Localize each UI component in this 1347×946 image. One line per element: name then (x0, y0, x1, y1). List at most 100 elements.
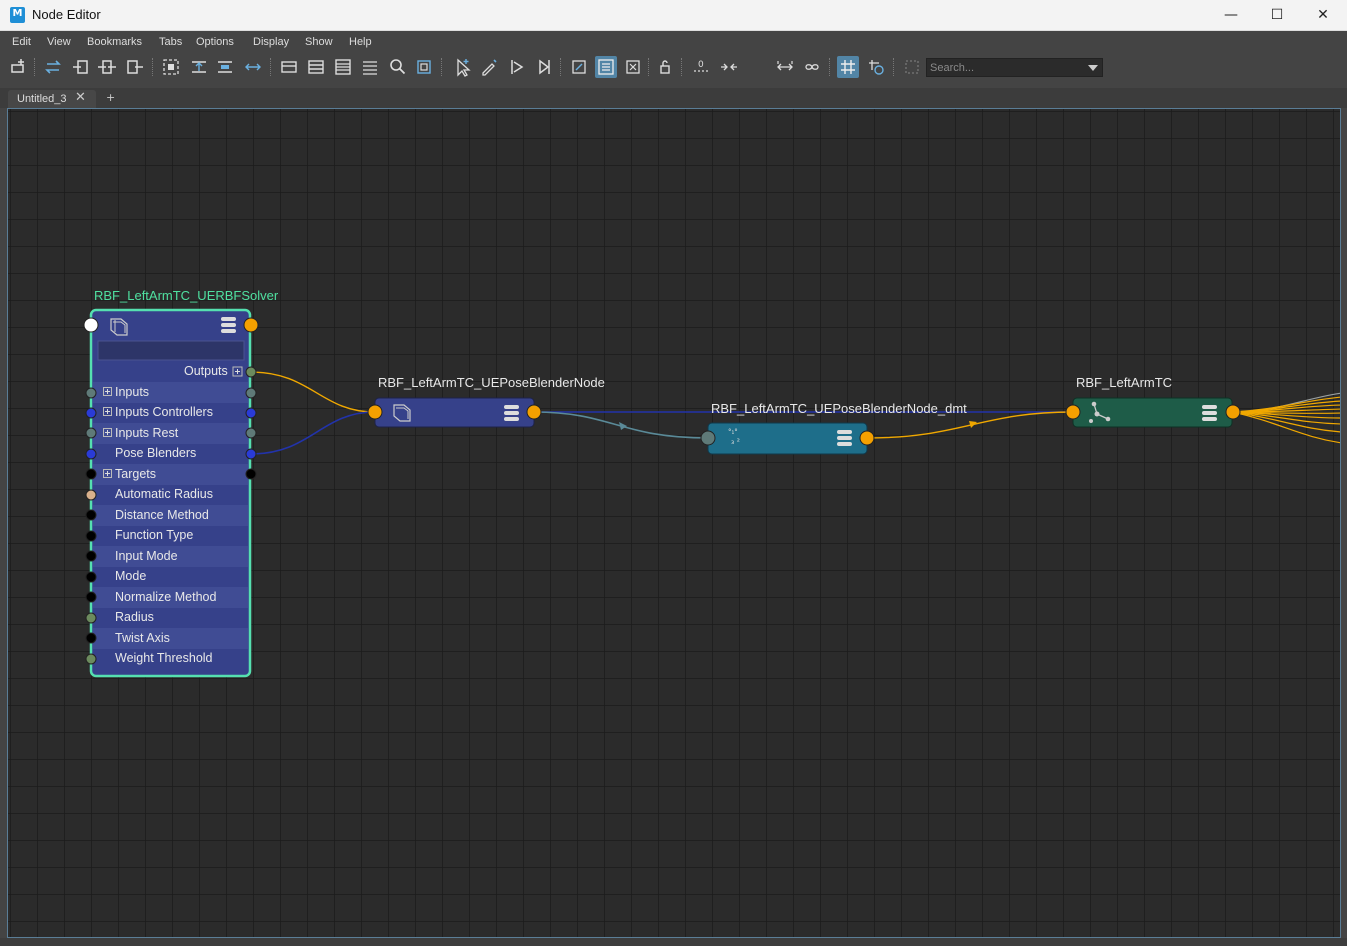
toolbar-separator (893, 58, 895, 76)
attr-inputs-rest[interactable]: Inputs Rest (94, 423, 250, 443)
svg-text:°₁°: °₁° (728, 428, 738, 436)
snapshot-icon[interactable] (413, 56, 435, 78)
menu-view[interactable]: View (47, 36, 71, 48)
toolbar-separator (648, 58, 650, 76)
attr-function-type[interactable]: Function Type (94, 525, 250, 545)
expand-icon[interactable] (103, 407, 112, 416)
menu-help[interactable]: Help (349, 36, 372, 48)
align-icon[interactable] (242, 56, 264, 78)
toolbar-separator (441, 58, 443, 76)
full-mode-icon[interactable] (332, 56, 354, 78)
add-node-icon[interactable] (7, 56, 29, 78)
frame-selected-icon[interactable] (188, 56, 210, 78)
output-port-orange[interactable] (1225, 404, 1241, 420)
show-attributes-icon[interactable] (595, 56, 617, 78)
toolbar-separator (681, 58, 683, 76)
attr-radius[interactable]: Radius (94, 607, 250, 627)
tab-label: Untitled_3 (17, 93, 67, 105)
add-tab-button[interactable]: + (106, 91, 115, 104)
menu-display[interactable]: Display (253, 36, 289, 48)
toolbar-separator (152, 58, 154, 76)
search-node-icon[interactable] (386, 56, 408, 78)
dmt-node[interactable]: °₁° ₃ ² (700, 422, 875, 455)
pose-blender-node[interactable] (367, 397, 542, 428)
custom-mode-icon[interactable] (359, 56, 381, 78)
toolbar: 0 -1 (0, 53, 1347, 131)
add-selected-icon[interactable] (451, 56, 473, 78)
input-port-orange[interactable] (367, 404, 383, 420)
node-graph-canvas[interactable]: °₁° ₃ ² RBF_LeftArmTC_UERBFSolver RBF_Le… (7, 108, 1341, 938)
minimize-button[interactable]: — (1208, 0, 1254, 31)
expand-icon[interactable] (103, 469, 112, 478)
input-port-grey[interactable] (700, 430, 716, 446)
menu-options[interactable]: Options (196, 36, 234, 48)
svg-text:₃ ²: ₃ ² (731, 437, 740, 446)
attr-targets[interactable]: Targets (94, 464, 250, 484)
left-arm-node-title: RBF_LeftArmTC (1076, 375, 1173, 390)
frame-all-icon[interactable] (160, 56, 182, 78)
toolbar-separator (34, 58, 36, 76)
swap-connections-icon[interactable] (42, 56, 64, 78)
search-field[interactable] (926, 58, 1103, 77)
lock-icon[interactable] (654, 56, 676, 78)
menu-bar: Edit View Bookmarks Tabs Options Display… (0, 31, 1347, 53)
attr-inputs-controllers[interactable]: Inputs Controllers (94, 402, 250, 422)
close-tab-icon[interactable]: ✕ (75, 90, 86, 105)
snap-to-grid-icon[interactable] (865, 56, 887, 78)
left-arm-node[interactable] (1065, 397, 1241, 428)
attr-distance-method[interactable]: Distance Method (94, 505, 250, 525)
search-input[interactable] (930, 60, 1080, 75)
expand-icon[interactable] (103, 387, 112, 396)
menu-edit[interactable]: Edit (12, 36, 31, 48)
menu-tabs[interactable]: Tabs (159, 36, 182, 48)
input-output-connections-icon[interactable] (96, 56, 118, 78)
attr-twist-axis[interactable]: Twist Axis (94, 628, 250, 648)
expand-icon[interactable] (103, 428, 112, 437)
grid-toggle-icon[interactable] (837, 56, 859, 78)
node-menu-icon[interactable] (221, 317, 236, 333)
infinity-icon[interactable] (801, 56, 823, 78)
solver-node-title: RBF_LeftArmTC_UERBFSolver (94, 288, 279, 303)
toolbar-separator (270, 58, 272, 76)
tab-bar: Untitled_3 ✕ + (0, 88, 1347, 108)
outputs-port[interactable] (245, 366, 257, 378)
menu-bookmarks[interactable]: Bookmarks (87, 36, 142, 48)
output-connections-icon[interactable] (124, 56, 146, 78)
output-port-orange[interactable] (243, 317, 259, 333)
attr-normalize-method[interactable]: Normalize Method (94, 587, 250, 607)
menu-show[interactable]: Show (305, 36, 333, 48)
shading-icon[interactable] (568, 56, 590, 78)
attr-input-mode[interactable]: Input Mode (94, 546, 250, 566)
toolbar-separator (560, 58, 562, 76)
input-connections-icon[interactable] (70, 56, 92, 78)
svg-text:0: 0 (698, 60, 704, 70)
output-port-orange[interactable] (526, 404, 542, 420)
collapse-spacing-icon[interactable] (718, 56, 740, 78)
layout-icon[interactable] (214, 56, 236, 78)
maximize-button[interactable]: ☐ (1254, 0, 1300, 31)
toolbar-separator (829, 58, 831, 76)
hide-attributes-icon[interactable] (622, 56, 644, 78)
attr-automatic-radius[interactable]: Automatic Radius (94, 484, 250, 504)
attr-weight-threshold[interactable]: Weight Threshold (94, 648, 250, 668)
maya-app-icon: M (10, 7, 25, 23)
attr-inputs[interactable]: Inputs (94, 382, 250, 402)
filter-icon[interactable] (901, 56, 923, 78)
edit-pick-icon[interactable] (478, 56, 500, 78)
connected-mode-icon[interactable] (305, 56, 327, 78)
attr-pose-blenders[interactable]: Pose Blenders (94, 443, 250, 463)
zero-offset-icon[interactable]: 0 (690, 56, 712, 78)
input-port-orange[interactable] (1065, 404, 1081, 420)
chevron-down-icon[interactable] (1088, 65, 1098, 71)
output-port-orange[interactable] (859, 430, 875, 446)
graph-downstream-icon[interactable] (532, 56, 554, 78)
close-button[interactable]: ✕ (1300, 0, 1346, 31)
graph-upstream-icon[interactable] (506, 56, 528, 78)
tab-untitled-3[interactable]: Untitled_3 ✕ (8, 90, 96, 108)
simple-mode-icon[interactable] (278, 56, 300, 78)
input-port-white[interactable] (83, 317, 99, 333)
attr-mode[interactable]: Mode (94, 566, 250, 586)
expand-spacing-icon[interactable] (774, 56, 796, 78)
title-bar: M Node Editor — ☐ ✕ (0, 0, 1347, 31)
pose-blender-node-title: RBF_LeftArmTC_UEPoseBlenderNode (378, 375, 605, 390)
